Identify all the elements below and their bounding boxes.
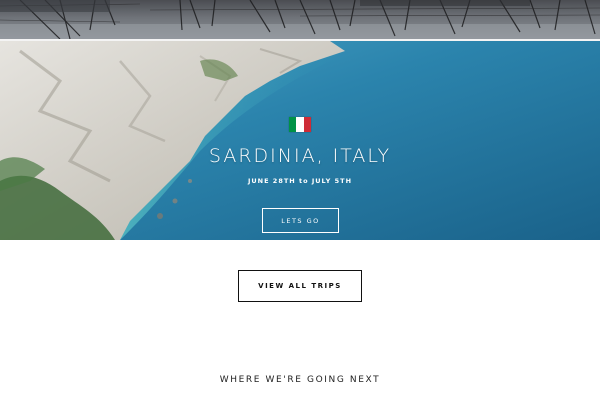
flag-stripe-green	[289, 117, 297, 132]
trip-dates: JUNE 28TH to JULY 5TH	[247, 177, 353, 185]
italy-flag-icon	[289, 117, 311, 132]
harbor-image-strip	[0, 0, 600, 39]
hero-banner: SARDINIA, ITALY JUNE 28TH to JULY 5TH LE…	[0, 41, 600, 240]
section-heading: WHERE WE'RE GOING NEXT	[219, 375, 381, 385]
lets-go-button[interactable]: LETS GO	[262, 208, 339, 233]
flag-stripe-red	[303, 117, 311, 132]
view-all-trips-button[interactable]: VIEW ALL TRIPS	[238, 270, 362, 302]
destination-title: SARDINIA, ITALY	[208, 145, 392, 167]
flag-stripe-white	[296, 117, 304, 132]
